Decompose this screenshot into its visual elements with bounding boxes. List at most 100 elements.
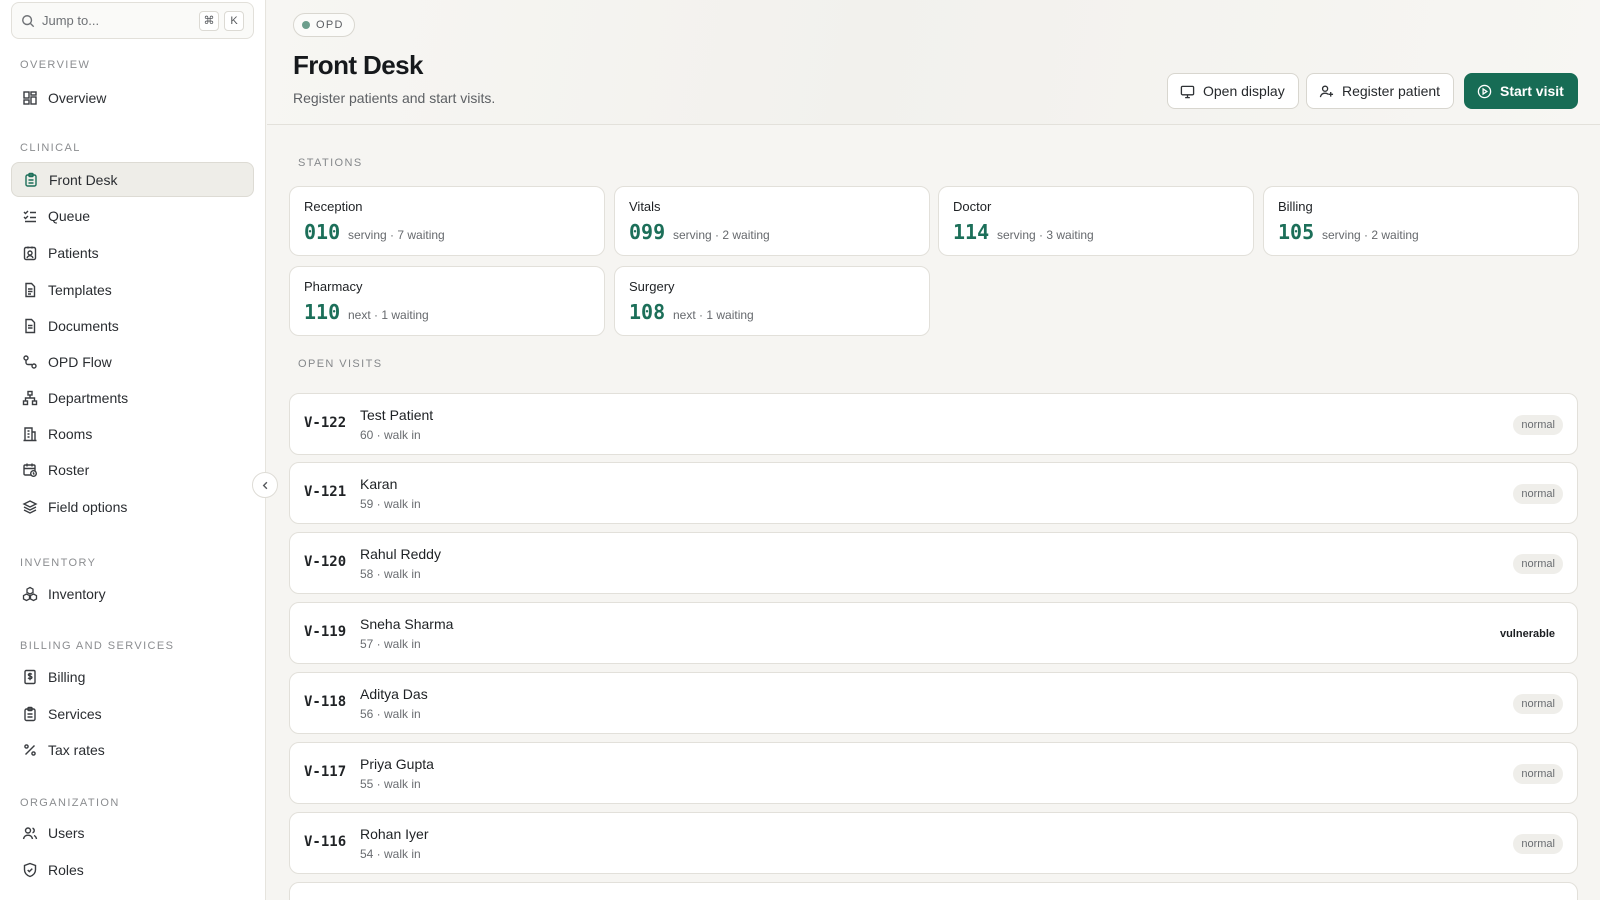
patient-name: Rahul Reddy [360,546,441,562]
file-icon [21,317,38,334]
dollar-file-icon [21,668,38,685]
kbd-k: K [224,10,244,31]
station-card[interactable]: Vitals 099 serving · 2 waiting [614,186,930,256]
visit-id: V-119 [304,624,347,640]
sidebar-item-departments[interactable]: Departments [11,380,254,415]
visit-row[interactable]: V-121 Karan 59 · walk in normal [289,462,1578,524]
sidebar-item-label: Overview [48,89,107,106]
sidebar: Jump to... ⌘ K OVERVIEW Overview CLINICA… [0,0,266,900]
sidebar-item-front-desk[interactable]: Front Desk [11,162,254,197]
page-subtitle: Register patients and start visits. [293,90,496,106]
sidebar-item-label: OPD Flow [48,353,112,370]
patient-name: Sneha Sharma [360,616,454,632]
station-number: 108 [629,300,666,324]
priority-badge: normal [1513,554,1563,574]
sidebar-item-label: Templates [48,281,112,298]
user-plus-icon [1319,84,1342,99]
visit-row[interactable] [289,882,1578,900]
station-card[interactable]: Surgery 108 next · 1 waiting [614,266,930,336]
file-text-icon [21,281,38,298]
visit-id: V-122 [304,415,347,431]
sidebar-item-overview[interactable]: Overview [11,80,254,115]
monitor-icon [1180,84,1203,99]
station-meta: next · 1 waiting [673,308,754,322]
priority-badge: vulnerable [1499,628,1555,640]
search-icon [21,14,35,28]
sidebar-item-label: Users [48,824,85,841]
visit-id: V-118 [304,694,347,710]
sidebar-item-label: Patients [48,244,99,261]
route-icon [21,353,38,370]
visit-row[interactable]: V-120 Rahul Reddy 58 · walk in normal [289,532,1578,594]
register-patient-button[interactable]: Register patient [1306,73,1455,109]
visit-meta: 56 · walk in [360,707,421,721]
station-card[interactable]: Reception 010 serving · 7 waiting [289,186,605,256]
station-meta: serving · 2 waiting [673,228,770,242]
sidebar-item-inventory[interactable]: Inventory [11,576,254,611]
visit-row[interactable]: V-116 Rohan Iyer 54 · walk in normal [289,812,1578,874]
patient-name: Test Patient [360,407,434,423]
sidebar-item-billing[interactable]: Billing [11,659,254,694]
station-name: Vitals [629,199,661,214]
station-meta: next · 1 waiting [348,308,429,322]
station-meta: serving · 2 waiting [1322,228,1419,242]
station-number: 114 [953,220,990,244]
visit-row[interactable]: V-117 Priya Gupta 55 · walk in normal [289,742,1578,804]
sidebar-item-roster[interactable]: Roster [11,452,254,487]
sidebar-item-label: Roster [48,461,90,478]
sidebar-item-label: Roles [48,861,84,878]
button-label: Register patient [1342,83,1441,99]
sidebar-item-tax-rates[interactable]: Tax rates [11,732,254,767]
page-title: Front Desk [293,50,423,80]
users-icon [21,824,38,841]
station-number: 099 [629,220,666,244]
station-name: Billing [1278,199,1313,214]
station-meta: serving · 7 waiting [348,228,445,242]
sidebar-item-opd-flow[interactable]: OPD Flow [11,344,254,379]
patient-name: Karan [360,476,398,492]
shield-icon [21,861,38,878]
building-icon [21,425,38,442]
priority-badge: normal [1513,834,1563,854]
sidebar-item-patients[interactable]: Patients [11,235,254,270]
clipboard-list-icon [21,705,38,722]
patient-name: Priya Gupta [360,756,434,772]
sidebar-item-label: Queue [48,207,91,224]
grid-icon [21,89,38,106]
sidebar-item-users[interactable]: Users [11,815,254,850]
start-visit-button[interactable]: Start visit [1464,73,1578,109]
sidebar-item-templates[interactable]: Templates [11,272,254,307]
visit-meta: 59 · walk in [360,497,421,511]
visit-row[interactable]: V-119 Sneha Sharma 57 · walk in vulnerab… [289,602,1578,664]
priority-badge: normal [1513,694,1563,714]
kbd-cmd: ⌘ [199,10,219,31]
sidebar-item-label: Rooms [48,425,93,442]
visit-meta: 55 · walk in [360,777,421,791]
visit-meta: 54 · walk in [360,847,421,861]
collapse-sidebar-button[interactable] [252,472,278,498]
station-card[interactable]: Doctor 114 serving · 3 waiting [938,186,1254,256]
sidebar-item-roles[interactable]: Roles [11,852,254,887]
sidebar-item-rooms[interactable]: Rooms [11,416,254,451]
layers-icon [21,498,38,515]
sidebar-item-label: Tax rates [48,741,105,758]
station-card[interactable]: Billing 105 serving · 2 waiting [1263,186,1579,256]
section-billing-services: BILLING AND SERVICES [20,640,175,652]
search-input[interactable]: Jump to... ⌘ K [11,2,254,39]
sidebar-item-queue[interactable]: Queue [11,198,254,233]
visit-row[interactable]: V-118 Aditya Das 56 · walk in normal [289,672,1578,734]
station-card[interactable]: Pharmacy 110 next · 1 waiting [289,266,605,336]
sidebar-item-services[interactable]: Services [11,696,254,731]
visit-meta: 57 · walk in [360,637,421,651]
visit-meta: 60 · walk in [360,428,421,442]
sidebar-item-label: Field options [48,498,128,515]
sidebar-item-documents[interactable]: Documents [11,308,254,343]
visit-row[interactable]: V-122 Test Patient 60 · walk in normal [289,393,1578,455]
visit-id: V-116 [304,834,347,850]
visit-id: V-121 [304,484,347,500]
status-dot [302,21,310,29]
button-label: Start visit [1500,83,1564,99]
open-display-button[interactable]: Open display [1167,73,1299,109]
sidebar-item-field-options[interactable]: Field options [11,489,254,524]
patient-name: Rohan Iyer [360,826,429,842]
